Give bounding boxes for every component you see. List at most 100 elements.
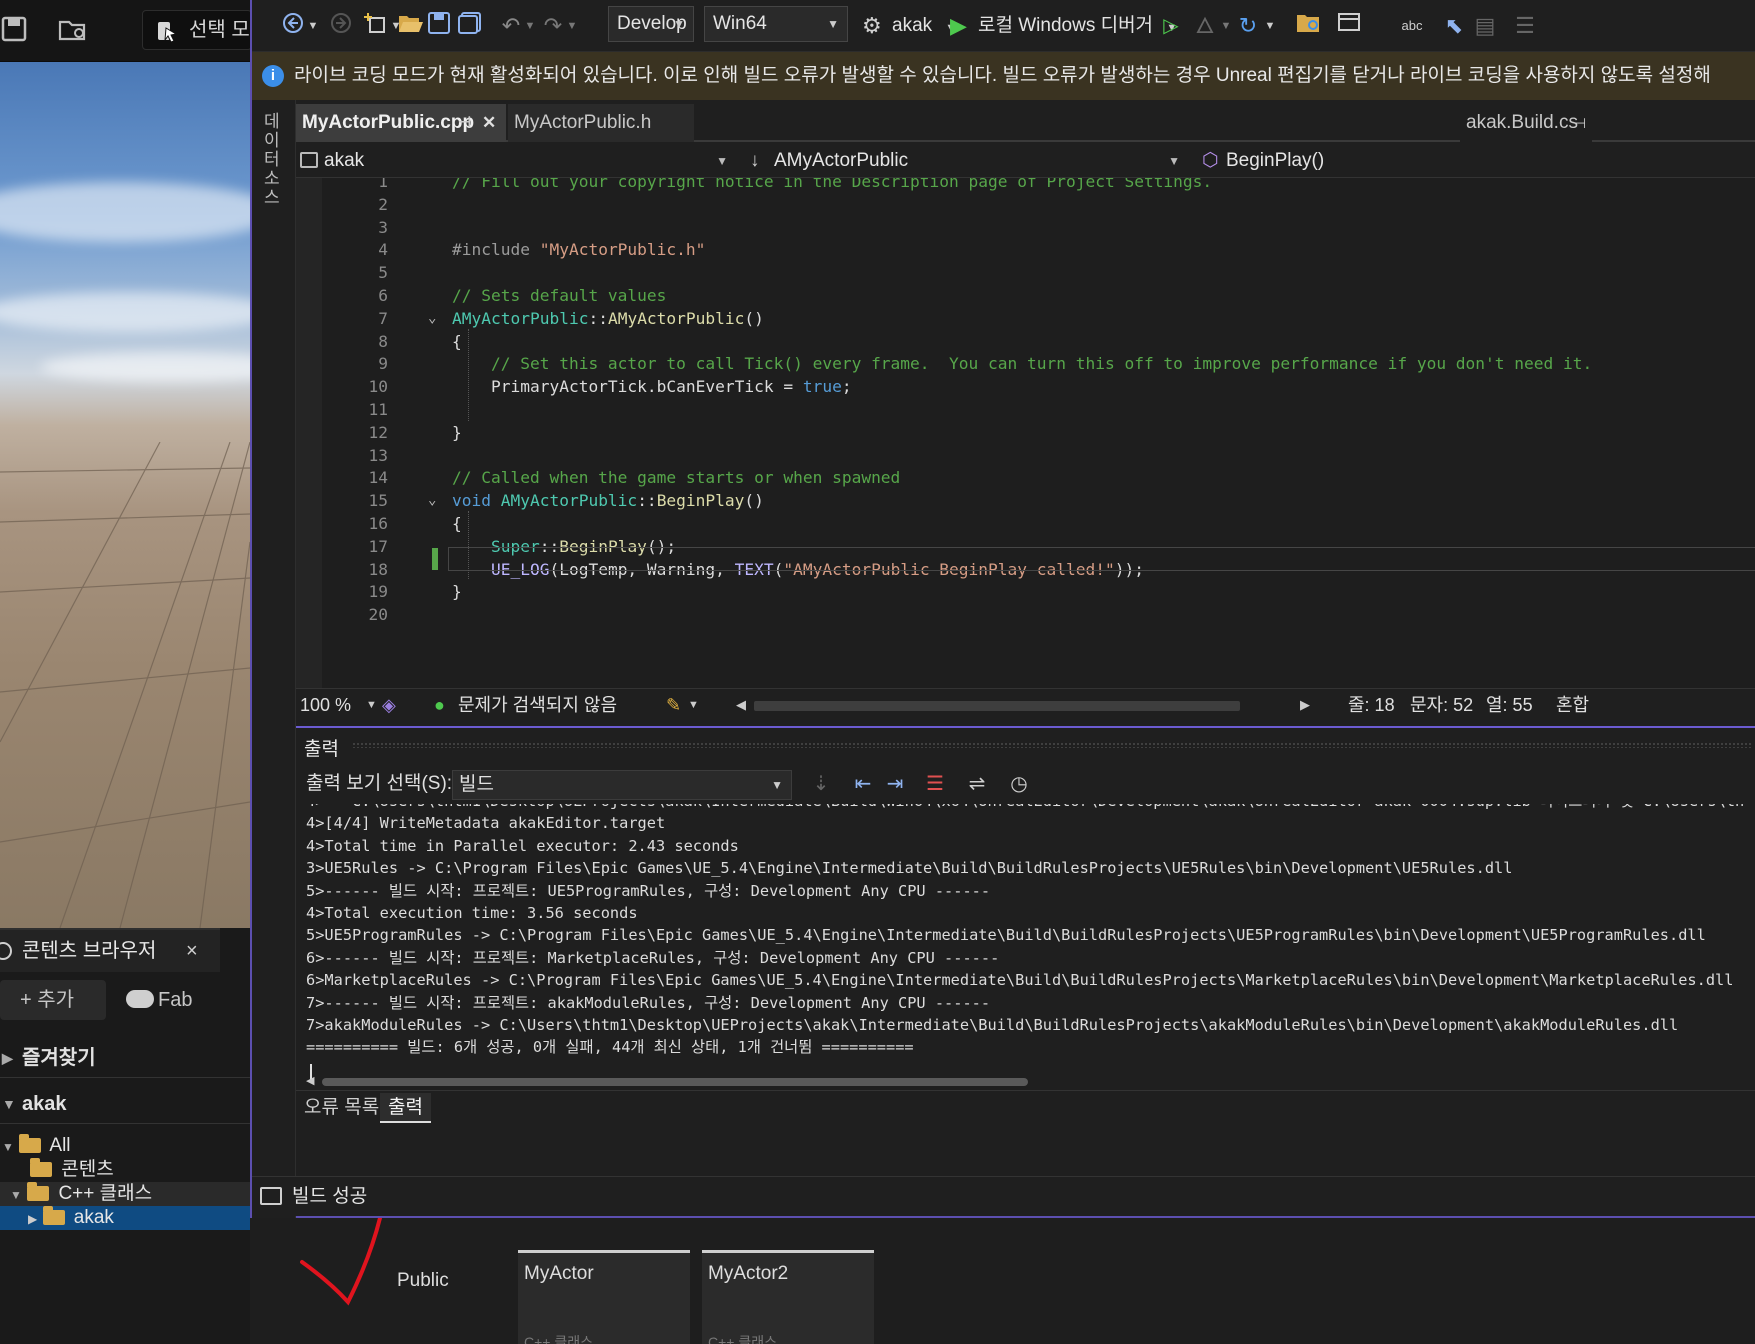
platform-dropdown[interactable]: Win64 ▼	[704, 6, 848, 42]
code-line[interactable]: 20	[296, 603, 1755, 626]
tab-output[interactable]: 출력	[380, 1093, 431, 1123]
tab-myactorpublic-cpp[interactable]: MyActorPublic.cpp ⊣ ✕	[296, 104, 506, 142]
find-message-icon[interactable]: ⇣	[806, 770, 836, 798]
code-line[interactable]: 9 // Set this actor to call Tick() every…	[296, 352, 1755, 375]
output-text[interactable]: 4> C:\Users\thtm1\Desktop\UEProjects\aka…	[306, 804, 1746, 1062]
window-layout-icon[interactable]	[1336, 12, 1362, 40]
tree-item-cpp-classes[interactable]: ▼ C++ 클래스	[0, 1182, 250, 1206]
select-pointer-icon[interactable]: ⬉	[1442, 12, 1466, 40]
close-icon[interactable]: ✕	[482, 104, 496, 142]
zoom-level[interactable]: 100 %	[300, 689, 351, 721]
forward-icon[interactable]	[330, 12, 352, 40]
level-viewport[interactable]	[0, 62, 250, 928]
code-line[interactable]: 16 {	[296, 512, 1755, 535]
cleanup-dropdown-icon[interactable]: ▼	[688, 689, 699, 721]
undo-icon[interactable]: ↶	[500, 12, 522, 40]
data-sources-side-tab[interactable]: 데이터 소스	[252, 100, 296, 1218]
back-icon[interactable]	[282, 12, 304, 40]
previous-message-icon[interactable]: ⇤	[848, 770, 878, 798]
code-line[interactable]: 12}	[296, 421, 1755, 444]
scroll-right-icon[interactable]: ▶	[1300, 689, 1310, 721]
output-horizontal-scrollbar[interactable]: ◀	[306, 1074, 1746, 1090]
add-button[interactable]: + 추가	[0, 980, 106, 1020]
timestamp-clock-icon[interactable]: ◷	[1004, 770, 1034, 798]
code-line[interactable]: 7 ⌄ AMyActorPublic::AMyActorPublic()	[296, 307, 1755, 330]
undo-dropdown-icon[interactable]: ▼	[524, 12, 536, 40]
favorites-section[interactable]: ▶ 즐겨찾기	[0, 1038, 250, 1078]
scroll-thumb[interactable]	[322, 1078, 1028, 1086]
configuration-dropdown[interactable]: Develop ▼	[608, 6, 694, 42]
code-line[interactable]: 3	[296, 216, 1755, 239]
back-dropdown-icon[interactable]: ▼	[306, 12, 320, 40]
save-all-icon[interactable]	[458, 12, 481, 40]
word-wrap-icon[interactable]: ⇌	[962, 770, 992, 798]
zoom-dropdown-icon[interactable]: ▼	[366, 689, 377, 721]
panel-grip[interactable]	[352, 742, 1752, 748]
copilot-icon[interactable]: ◈	[382, 689, 396, 721]
horizontal-scrollbar[interactable]	[754, 701, 1240, 711]
project-section[interactable]: ▼ akak	[0, 1084, 250, 1124]
scroll-left-icon[interactable]: ◀	[306, 1074, 314, 1087]
tab-myactorpublic-h[interactable]: MyActorPublic.h	[508, 104, 694, 142]
class-scope-dropdown[interactable]: ↓ AMyActorPublic ▼	[744, 146, 1188, 176]
code-line[interactable]: 13	[296, 444, 1755, 467]
code-line[interactable]: 10 PrimaryActorTick.bCanEverTick = true;	[296, 375, 1755, 398]
redo-icon[interactable]: ↷	[542, 12, 564, 40]
clipboard-icon[interactable]: ▤	[1474, 12, 1496, 40]
hot-reload-dropdown-icon[interactable]: ▼	[1220, 12, 1232, 40]
close-icon[interactable]: ×	[186, 930, 198, 972]
tile-myactor[interactable]: MyActor C++ 클래스	[518, 1250, 690, 1344]
clear-all-icon[interactable]: ☰	[920, 770, 950, 798]
tree-item-content[interactable]: 콘텐츠	[0, 1158, 250, 1182]
code-line[interactable]: 11	[296, 398, 1755, 421]
new-item-icon[interactable]	[364, 12, 388, 40]
code-line[interactable]: 2	[296, 193, 1755, 216]
content-folder-icon[interactable]	[58, 16, 86, 44]
start-debugging-button[interactable]: ▶ 로컬 Windows 디버거 ▼	[950, 12, 1177, 40]
line-ending-indicator[interactable]: 혼합	[1556, 689, 1589, 721]
save-icon[interactable]	[428, 12, 450, 40]
tile-myactor2[interactable]: MyActor2 C++ 클래스	[702, 1250, 874, 1344]
startup-project-dropdown[interactable]: ⚙ akak ▼	[862, 12, 956, 40]
spell-check-icon[interactable]: abc	[1400, 12, 1424, 40]
member-dropdown[interactable]: ⬡ BeginPlay()	[1196, 146, 1755, 176]
tile-public[interactable]: Public	[397, 1270, 449, 1292]
output-source-dropdown[interactable]: 빌드 ▼	[452, 770, 792, 800]
code-line[interactable]: 8{	[296, 330, 1755, 353]
save-icon[interactable]	[0, 16, 28, 44]
open-folder-icon[interactable]	[398, 12, 424, 40]
col-indicator[interactable]: 열: 55	[1486, 689, 1533, 721]
fab-button[interactable]: Fab	[122, 980, 226, 1020]
fold-chevron-icon[interactable]: ⌄	[428, 307, 436, 330]
content-browser-tab[interactable]: 콘텐츠 브라우저 ×	[0, 928, 220, 972]
code-cleanup-icon[interactable]: ✎	[666, 689, 681, 721]
solution-explorer-icon[interactable]	[1296, 12, 1322, 40]
pin-icon[interactable]: ⊣	[1574, 104, 1586, 142]
hot-reload-icon[interactable]: 🜂	[1192, 12, 1218, 40]
code-line[interactable]: 1 // Fill out your copyright notice in th…	[296, 178, 1755, 193]
issues-status[interactable]: 문제가 검색되지 않음	[458, 689, 617, 721]
notification-icon[interactable]	[260, 1187, 282, 1205]
code-editor[interactable]: 1 // Fill out your copyright notice in th…	[296, 178, 1755, 688]
project-scope-dropdown[interactable]: akak ▼	[296, 146, 736, 176]
char-indicator[interactable]: 문자: 52	[1410, 689, 1473, 721]
start-without-debugging-icon[interactable]: ▷	[1160, 12, 1182, 40]
next-message-icon[interactable]: ⇥	[880, 770, 910, 798]
fold-chevron-icon[interactable]: ⌄	[428, 489, 436, 512]
code-line[interactable]: 14 // Called when the game starts or when…	[296, 466, 1755, 489]
code-line[interactable]: 15 ⌄ void AMyActorPublic::BeginPlay()	[296, 489, 1755, 512]
tree-item-all[interactable]: ▼ All	[0, 1134, 250, 1158]
scroll-left-icon[interactable]: ◀	[736, 689, 746, 721]
code-line[interactable]: 6 // Sets default values	[296, 284, 1755, 307]
format-icon[interactable]: ☰	[1514, 12, 1536, 40]
tree-item-akak[interactable]: ▶ akak	[0, 1206, 250, 1230]
select-mode-button[interactable]: 선택 모	[142, 10, 252, 50]
code-line[interactable]: 19}	[296, 580, 1755, 603]
code-line[interactable]: 5	[296, 261, 1755, 284]
code-line[interactable]: 4 #include "MyActorPublic.h"	[296, 238, 1755, 261]
line-indicator[interactable]: 줄: 18	[1348, 689, 1395, 721]
tab-akak-build-cs[interactable]: akak.Build.cs ⊣	[1460, 104, 1592, 142]
refresh-dropdown-icon[interactable]: ▼	[1264, 12, 1276, 40]
refresh-icon[interactable]: ↻	[1236, 12, 1260, 40]
tab-error-list[interactable]: 오류 목록	[296, 1093, 387, 1123]
